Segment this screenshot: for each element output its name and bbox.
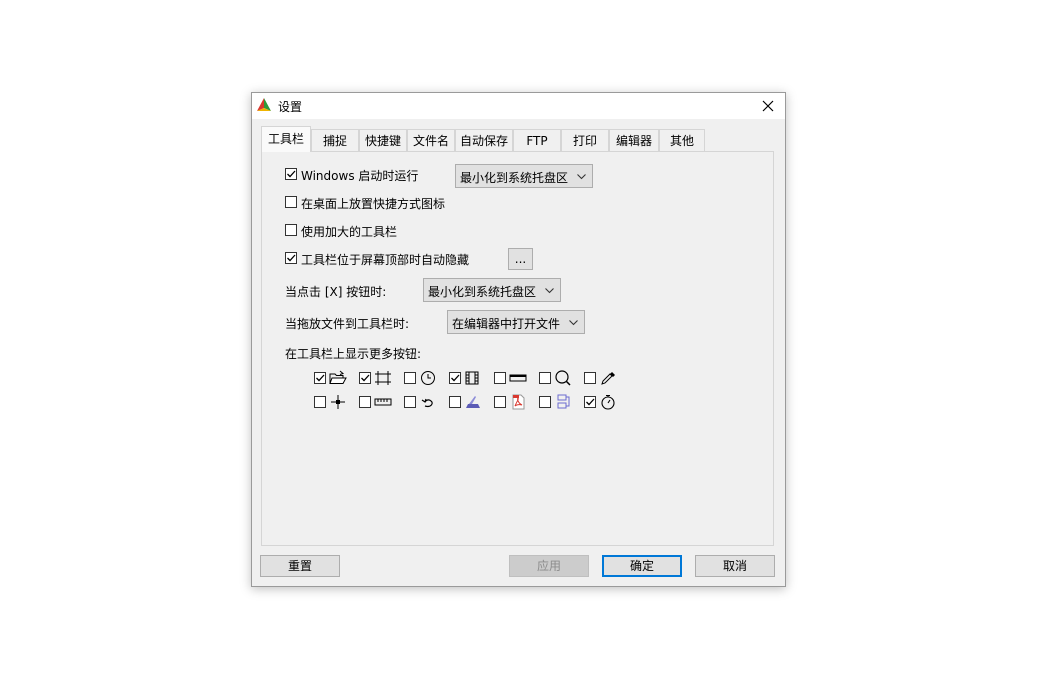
app-logo-icon [257,98,271,111]
checkmark-icon [287,170,296,178]
autohide-label[interactable]: 工具栏位于屏幕顶部时自动隐藏 [301,251,469,268]
toolbar-button-scanner-option[interactable] [449,394,485,410]
pdf-icon [512,394,525,410]
crosshair-icon [331,395,345,409]
desktop-shortcut-checkbox[interactable] [285,196,297,208]
more-buttons-label: 在工具栏上显示更多按钮: [285,347,422,361]
stopwatch-icon [601,394,615,410]
chevron-down-icon [569,320,578,326]
toolbar-button-pdf-option[interactable] [494,394,530,410]
tab-panel-toolbar: Windows 启动时运行 最小化到系统托盘区 在桌面上放置快捷方式图标 使用加… [261,151,774,546]
close-action-select[interactable]: 最小化到系统托盘区 [423,278,561,302]
tab-ftp[interactable]: FTP [513,129,561,151]
tab-print[interactable]: 打印 [561,129,609,151]
undo-arrow-checkbox[interactable] [404,396,416,408]
autohide-checkbox[interactable] [285,252,297,264]
toolbar-button-zoom-option[interactable] [539,370,575,386]
ok-button[interactable]: 确定 [602,555,682,577]
drop-action-label: 当拖放文件到工具栏时: [285,317,410,331]
toolbar-button-region-option[interactable] [359,370,395,386]
apply-button[interactable]: 应用 [509,555,589,577]
close-icon [762,100,774,112]
drop-action-value: 在编辑器中打开文件 [452,317,561,331]
checkmark-icon [361,374,370,382]
checkmark-icon [586,398,595,406]
panel-content: Windows 启动时运行 最小化到系统托盘区 在桌面上放置快捷方式图标 使用加… [265,155,770,542]
toolbar-button-compare-option[interactable] [539,394,575,410]
stopwatch-checkbox[interactable] [584,396,596,408]
tab-autosave[interactable]: 自动保存 [455,129,513,151]
toolbar-button-scroll-option[interactable] [494,370,530,386]
settings-dialog: 设置 工具栏 捕捉 快捷键 文件名 自动保存 FTP 打印 编辑器 其他 Win… [251,92,786,587]
toolbar-button-ruler-option[interactable] [359,394,395,410]
windows-start-action-select[interactable]: 最小化到系统托盘区 [455,164,593,188]
title-bar[interactable]: 设置 [252,93,785,119]
toolbar-button-open-option[interactable] [314,370,350,386]
checkmark-icon [451,374,460,382]
desktop-shortcut-label[interactable]: 在桌面上放置快捷方式图标 [301,195,445,212]
toolbar-button-picker-option[interactable] [584,370,620,386]
compare-icon [557,394,570,409]
clock-checkbox[interactable] [404,372,416,384]
checkmark-icon [316,374,325,382]
pdf-checkbox[interactable] [494,396,506,408]
ruler-icon [374,398,392,406]
color-picker-icon [601,372,615,385]
color-picker-checkbox[interactable] [584,372,596,384]
chevron-down-icon [545,288,554,294]
toolbar-button-stopwatch-option[interactable] [584,394,620,410]
autohide-settings-button[interactable]: ... [508,248,533,270]
clock-icon [421,371,435,385]
drop-action-select[interactable]: 在编辑器中打开文件 [447,310,585,334]
tab-editor[interactable]: 编辑器 [609,129,659,151]
tab-hotkeys[interactable]: 快捷键 [359,129,407,151]
close-action-label: 当点击 [X] 按钮时: [285,285,387,299]
close-action-value: 最小化到系统托盘区 [428,285,537,299]
cancel-button[interactable]: 取消 [695,555,775,577]
windows-start-action-value: 最小化到系统托盘区 [460,171,569,185]
scanner-icon [466,396,480,408]
windows-start-label[interactable]: Windows 启动时运行 [301,167,418,184]
compare-checkbox[interactable] [539,396,551,408]
film-strip-icon [465,371,479,385]
reset-button[interactable]: 重置 [260,555,340,577]
magnifier-checkbox[interactable] [539,372,551,384]
film-strip-checkbox[interactable] [449,372,461,384]
checkmark-icon [287,254,296,262]
large-toolbar-label[interactable]: 使用加大的工具栏 [301,223,397,240]
magnifier-icon [555,370,571,386]
ruler-checkbox[interactable] [359,396,371,408]
toolbar-button-video-option[interactable] [449,370,485,386]
region-capture-icon [375,371,391,385]
scrolling-window-icon [509,374,527,382]
open-folder-checkbox[interactable] [314,372,326,384]
window-title: 设置 [278,100,303,114]
open-folder-icon [329,370,347,384]
scanner-checkbox[interactable] [449,396,461,408]
tab-toolbar[interactable]: 工具栏 [261,126,311,152]
scrolling-window-checkbox[interactable] [494,372,506,384]
toolbar-button-crosshair-option[interactable] [314,394,350,410]
windows-start-checkbox[interactable] [285,168,297,180]
undo-arrow-icon [421,398,433,408]
tab-other[interactable]: 其他 [659,129,705,151]
toolbar-button-undo-option[interactable] [404,394,440,410]
crosshair-checkbox[interactable] [314,396,326,408]
chevron-down-icon [577,174,586,180]
toolbar-button-delay-option[interactable] [404,370,440,386]
region-capture-checkbox[interactable] [359,372,371,384]
tab-filename[interactable]: 文件名 [407,129,455,151]
tab-capture[interactable]: 捕捉 [311,129,359,151]
close-button[interactable] [751,93,785,119]
large-toolbar-checkbox[interactable] [285,224,297,236]
